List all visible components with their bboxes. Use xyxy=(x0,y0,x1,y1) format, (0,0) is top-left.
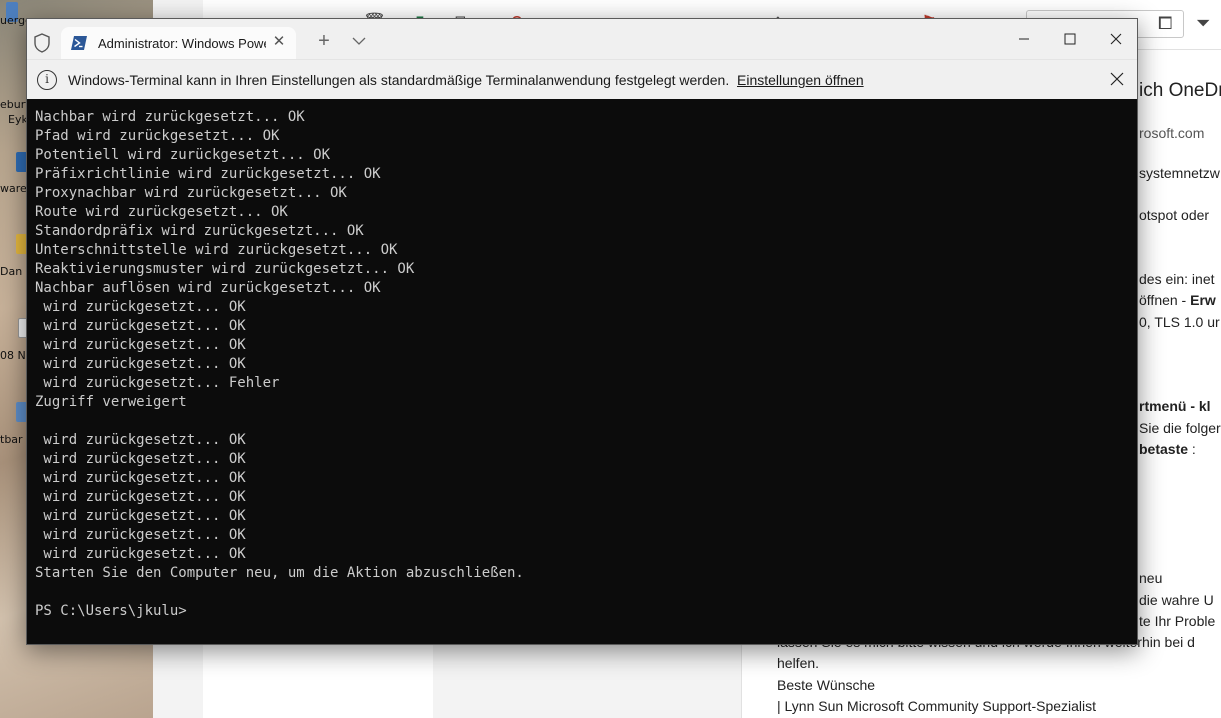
email-body-line: otspot oder xyxy=(1139,207,1210,223)
maximize-icon[interactable] xyxy=(1055,27,1085,51)
close-icon[interactable] xyxy=(1108,70,1126,88)
console-line: Reaktivierungsmuster wird zurückgesetzt.… xyxy=(35,261,415,277)
email-subject: ich OneDr xyxy=(1139,80,1221,101)
tab-title: Administrator: Windows PowerShell xyxy=(98,35,266,51)
infobar-message: Windows-Terminal kann in Ihren Einstellu… xyxy=(68,72,730,88)
email-body-line: Beste Wünsche xyxy=(777,677,876,693)
console-line: wird zurückgesetzt... Fehler xyxy=(35,375,280,391)
chevron-down-icon[interactable] xyxy=(349,32,369,50)
terminal-window[interactable]: Administrator: Windows PowerShell ✕ + i … xyxy=(26,18,1138,645)
minimize-icon[interactable] xyxy=(1009,27,1039,51)
email-body-line: helfen. xyxy=(777,655,820,671)
console-line: Pfad wird zurückgesetzt... OK xyxy=(35,128,280,144)
email-body-line: betaste : xyxy=(1139,441,1196,457)
title-bar[interactable]: Administrator: Windows PowerShell ✕ + xyxy=(27,19,1137,59)
desktop-icon-label: ware xyxy=(0,182,27,195)
message-list-lower xyxy=(203,645,433,718)
console-line: wird zurückgesetzt... OK xyxy=(35,432,246,448)
console-line: wird zurückgesetzt... OK xyxy=(35,451,246,467)
desktop-icon-label: Eyk xyxy=(8,113,28,126)
console-line: Proxynachbar wird zurückgesetzt... OK xyxy=(35,185,347,201)
email-body-line: Sie die folger xyxy=(1139,420,1221,436)
console-line: Nachbar wird zurückgesetzt... OK xyxy=(35,109,305,125)
email-bold-fragment: betaste xyxy=(1139,441,1189,457)
close-icon[interactable] xyxy=(1101,27,1131,51)
shield-icon xyxy=(34,33,50,53)
console-line: Unterschnittstelle wird zurückgesetzt...… xyxy=(35,242,398,258)
console-line: wird zurückgesetzt... OK xyxy=(35,470,246,486)
default-terminal-infobar: i Windows-Terminal kann in Ihren Einstel… xyxy=(27,59,1137,99)
console-line: wird zurückgesetzt... OK xyxy=(35,546,246,562)
console-line: Präfixrichtlinie wird zurückgesetzt... O… xyxy=(35,166,381,182)
console-line: wird zurückgesetzt... OK xyxy=(35,527,246,543)
email-body-line: öffnen - Erw xyxy=(1139,292,1216,308)
console-line: Route wird zurückgesetzt... OK xyxy=(35,204,288,220)
console-line: wird zurückgesetzt... OK xyxy=(35,508,246,524)
console-line: Zugriff verweigert xyxy=(35,394,187,410)
console-line: Potentiell wird zurückgesetzt... OK xyxy=(35,147,331,163)
console-line: Nachbar auflösen wird zurückgesetzt... O… xyxy=(35,280,381,296)
powershell-icon xyxy=(71,36,87,50)
email-sender-domain: rosoft.com xyxy=(1139,125,1205,141)
plus-icon[interactable]: + xyxy=(314,31,334,51)
console-line: wird zurückgesetzt... OK xyxy=(35,318,246,334)
desktop-icon-label: Dan xyxy=(0,265,23,278)
email-body-fragment: : xyxy=(1188,441,1196,457)
console-line: Starten Sie den Computer neu, um die Akt… xyxy=(35,565,524,581)
email-body-line: systemnetzw xyxy=(1139,165,1220,181)
console-line: wird zurückgesetzt... OK xyxy=(35,489,246,505)
console-line: wird zurückgesetzt... OK xyxy=(35,299,246,315)
filter-icon[interactable]: ⏷ xyxy=(1196,13,1210,34)
email-body-line: des ein: inet xyxy=(1139,271,1215,287)
email-body-line: 0, TLS 1.0 ur xyxy=(1139,314,1220,330)
address-book-icon[interactable]: ⧠ xyxy=(1158,13,1172,34)
email-body-fragment: öffnen - xyxy=(1139,292,1191,308)
info-icon: i xyxy=(37,70,57,90)
console-line: wird zurückgesetzt... OK xyxy=(35,337,246,353)
email-body-line: rtmenü - kl xyxy=(1139,398,1211,414)
close-icon[interactable]: ✕ xyxy=(271,34,287,50)
desktop-icon-label: tbar xyxy=(0,433,23,446)
command-prompt[interactable]: PS C:\Users\jkulu> xyxy=(35,602,1137,621)
email-body-line: te Ihr Proble xyxy=(1139,613,1216,629)
email-signature: | Lynn Sun Microsoft Community Support-S… xyxy=(777,698,1097,714)
email-body-line: neu xyxy=(1139,570,1163,586)
open-settings-link[interactable]: Einstellungen öffnen xyxy=(737,72,864,88)
console-output[interactable]: Nachbar wird zurückgesetzt... OK Pfad wi… xyxy=(35,108,1137,644)
tab-powershell[interactable]: Administrator: Windows PowerShell ✕ xyxy=(61,27,296,59)
console-line: wird zurückgesetzt... OK xyxy=(35,356,246,372)
email-body-line: die wahre U xyxy=(1139,592,1214,608)
console-line: Standordpräfix wird zurückgesetzt... OK xyxy=(35,223,364,239)
email-bold-fragment: Erw xyxy=(1190,292,1216,308)
